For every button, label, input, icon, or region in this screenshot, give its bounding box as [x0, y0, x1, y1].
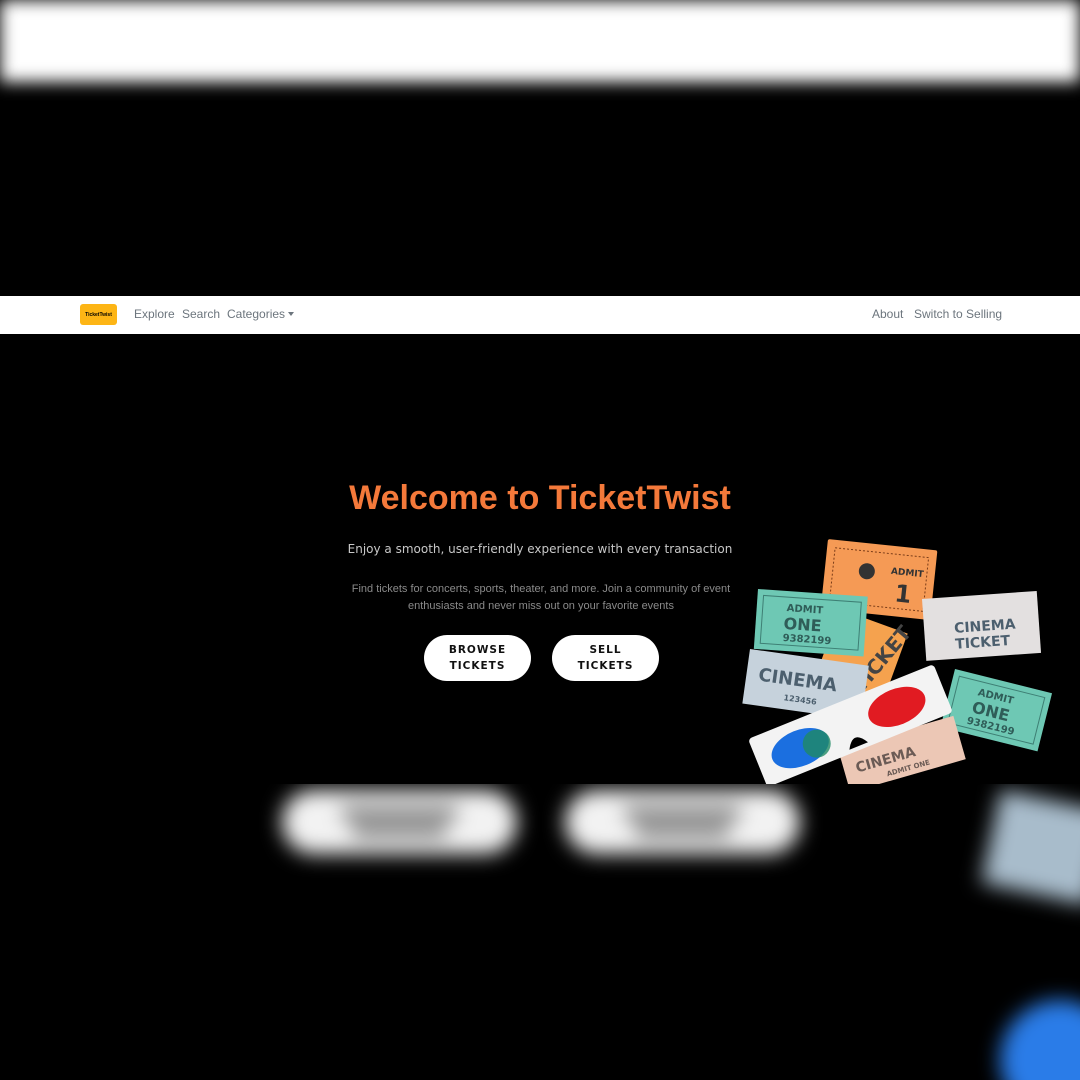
ticket-text-num-1: 1: [893, 579, 913, 609]
nav-switch-selling[interactable]: Switch to Selling: [914, 307, 1002, 321]
browse-tickets-label: BROWSE TICKETS: [448, 644, 507, 672]
nav-categories-label: Categories: [227, 307, 286, 321]
hero-section: Welcome to TicketTwist Enjoy a smooth, u…: [0, 334, 1080, 784]
tickets-illustration: ADMIT 1 TICKET ADMIT ONE 9382199 CINEMA …: [742, 539, 1053, 784]
blurred-navbar: [0, 0, 1080, 82]
browse-tickets-button[interactable]: BROWSE TICKETS: [424, 635, 531, 681]
logo-text: TicketTwist: [85, 311, 112, 318]
ticket-text-one-a: ONE: [783, 614, 822, 636]
blurred-ticket: [981, 789, 1080, 906]
nav-explore[interactable]: Explore: [134, 307, 175, 321]
ticket-cinema-right: CINEMA TICKET: [922, 590, 1042, 661]
sell-tickets-label: SELL TICKETS: [577, 644, 634, 672]
blurred-sell-button: [565, 790, 800, 854]
navbar: TicketTwist Explore Search Categories Ab…: [0, 296, 1080, 334]
blurred-browse-button: [282, 790, 517, 854]
hero-title: Welcome to TicketTwist: [349, 479, 731, 517]
page-snapshot: TicketTwist Explore Search Categories Ab…: [0, 296, 1080, 784]
ticket-teal-left: ADMIT ONE 9382199: [753, 589, 868, 657]
nav-search[interactable]: Search: [182, 307, 220, 321]
nav-categories-dropdown[interactable]: Categories: [227, 307, 295, 321]
sell-tickets-button[interactable]: SELL TICKETS: [552, 635, 659, 681]
blurred-3d-glasses: [1000, 1000, 1080, 1080]
caret-down-icon: [288, 312, 295, 316]
hero-description: Find tickets for concerts, sports, theat…: [351, 583, 731, 612]
logo[interactable]: TicketTwist: [80, 304, 117, 325]
nav-about[interactable]: About: [872, 307, 903, 321]
